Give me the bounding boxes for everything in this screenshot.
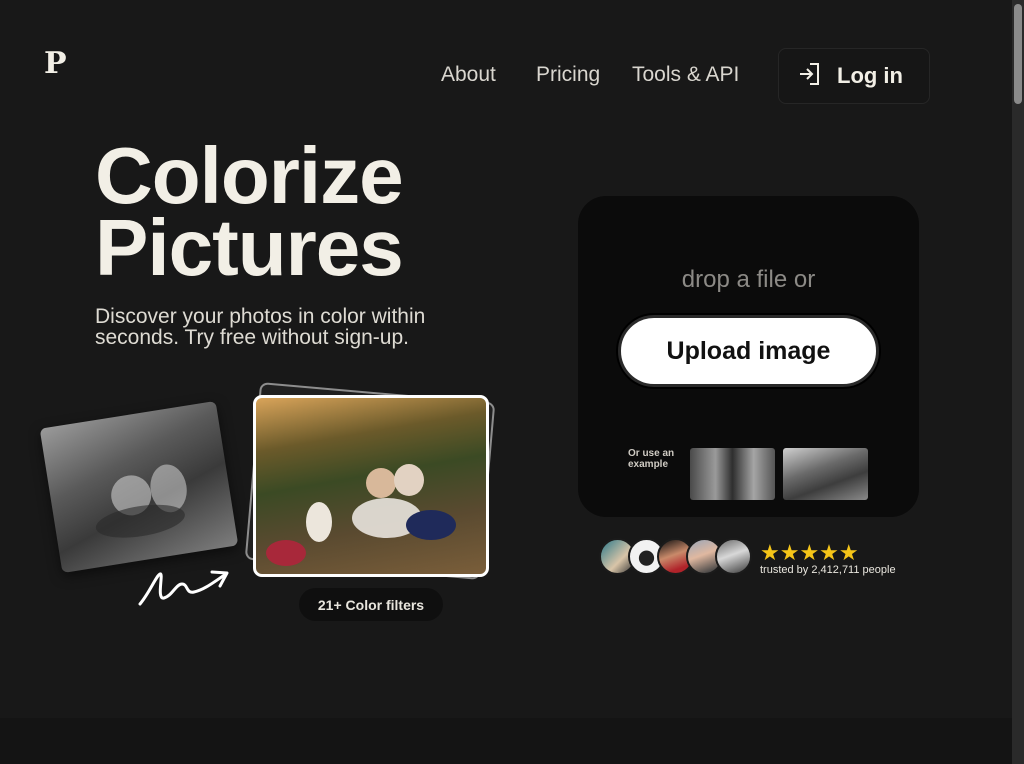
- trusted-by-text: trusted by 2,412,711 people: [760, 564, 896, 576]
- hero-subtitle: Discover your photos in color within sec…: [95, 305, 426, 349]
- upload-dropzone[interactable]: drop a file or Upload image Or use an ex…: [578, 196, 919, 517]
- sample-photo-colorized: [253, 395, 489, 577]
- nav-tools-api[interactable]: Tools & API: [632, 63, 739, 87]
- example-label: Or use an example: [628, 448, 675, 470]
- nav-about[interactable]: About: [441, 63, 496, 87]
- rating-stars: ★★★★★: [760, 540, 859, 565]
- avatar: [715, 538, 752, 575]
- upload-image-button[interactable]: Upload image: [618, 315, 879, 387]
- login-label: Log in: [837, 63, 903, 88]
- next-section-band: [0, 718, 1012, 764]
- page: P About Pricing Tools & API Log in Color…: [0, 0, 1012, 764]
- sample-photo-black-white: [39, 400, 239, 574]
- scrollbar-thumb[interactable]: [1014, 4, 1022, 104]
- nav-pricing[interactable]: Pricing: [536, 63, 600, 87]
- login-button[interactable]: Log in: [778, 48, 930, 104]
- scrollbar[interactable]: [1012, 0, 1024, 764]
- color-filters-badge: 21+ Color filters: [299, 588, 443, 621]
- drop-file-text: drop a file or: [681, 266, 816, 293]
- login-icon: [797, 61, 823, 92]
- example-image-1[interactable]: [690, 448, 775, 500]
- hero-title-line2: Pictures: [95, 203, 404, 292]
- example-image-2[interactable]: [783, 448, 868, 500]
- brand-logo[interactable]: P: [44, 46, 67, 81]
- hero-title: Colorize Pictures: [95, 136, 404, 288]
- squiggle-arrow-icon: [138, 570, 229, 606]
